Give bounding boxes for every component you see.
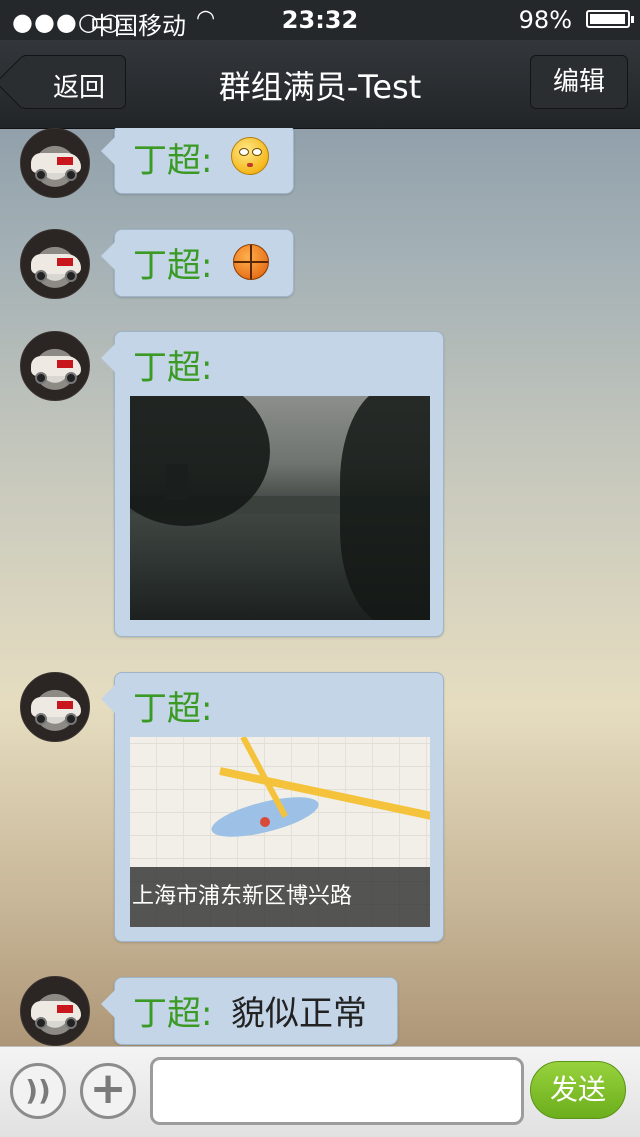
voice-button[interactable]: )) [10, 1063, 66, 1119]
navigation-bar: 返回 群组满员-Test 编辑 [0, 40, 640, 129]
plus-icon: + [89, 1063, 127, 1114]
message-bubble[interactable]: 丁超: [101, 229, 294, 297]
message-sender: 丁超: [133, 348, 213, 388]
emoji-eye [252, 148, 262, 156]
avatar-car-stripe [57, 701, 73, 709]
message-text: 貌似正常 [231, 994, 367, 1034]
avatar-wheel [35, 270, 47, 282]
avatar-wheel [65, 372, 77, 384]
message-input-bar: )) + 发送 [0, 1046, 640, 1137]
emoji-mouth [247, 163, 253, 167]
battery-icon [586, 10, 634, 28]
message-bubble[interactable]: 丁超: [101, 331, 444, 637]
avatar[interactable] [20, 128, 90, 198]
edit-button[interactable]: 编辑 [530, 55, 628, 109]
avatar-car-stripe [57, 157, 73, 165]
message-sender: 丁超: [133, 141, 213, 181]
message-bubble[interactable]: 丁超: [101, 128, 294, 194]
message-bubble[interactable]: 丁超: 貌似正常 [101, 977, 398, 1045]
message-bubble[interactable]: 丁超: 上海市浦东新区博兴路 [101, 672, 444, 942]
status-bar: ●●●○○ 中国移动 ◠ 23:32 98% [0, 0, 640, 40]
map-pin-icon [260, 817, 270, 827]
avatar-wheel [35, 713, 47, 725]
avatar-car-stripe [57, 360, 73, 368]
avatar-car-stripe [57, 1005, 73, 1013]
send-button[interactable]: 发送 [530, 1061, 626, 1119]
avatar-wheel [35, 372, 47, 384]
message-input[interactable] [150, 1057, 524, 1125]
emoji-eye [239, 148, 249, 156]
battery-level-fill [590, 14, 626, 24]
voice-icon: )) [25, 1074, 51, 1107]
add-attachment-button[interactable]: + [80, 1063, 136, 1119]
avatar[interactable] [20, 672, 90, 742]
avatar-wheel [65, 713, 77, 725]
chat-message-list[interactable]: 丁超: 丁超: 丁超: 丁超: 上海市浦东新区博兴路 丁超: 貌似正常 [0, 128, 640, 1046]
avatar-wheel [65, 1017, 77, 1029]
lake-photo[interactable] [130, 396, 430, 620]
avatar[interactable] [20, 331, 90, 401]
avatar-wheel [65, 270, 77, 282]
avatar[interactable] [20, 976, 90, 1046]
message-sender: 丁超: [133, 689, 213, 729]
photo-tree [340, 396, 430, 620]
location-map[interactable]: 上海市浦东新区博兴路 [130, 737, 430, 927]
avatar-wheel [35, 169, 47, 181]
avatar-wheel [65, 169, 77, 181]
avatar[interactable] [20, 229, 90, 299]
location-address: 上海市浦东新区博兴路 [130, 867, 430, 927]
avatar-car-stripe [57, 258, 73, 266]
basketball-seam [234, 261, 268, 263]
basketball-emoji-icon [233, 244, 269, 280]
message-sender: 丁超: [133, 994, 213, 1034]
rolling-eyes-face-emoji-icon [231, 137, 269, 175]
message-sender: 丁超: [133, 246, 213, 286]
battery-percent: 98% [518, 6, 572, 34]
avatar-wheel [35, 1017, 47, 1029]
